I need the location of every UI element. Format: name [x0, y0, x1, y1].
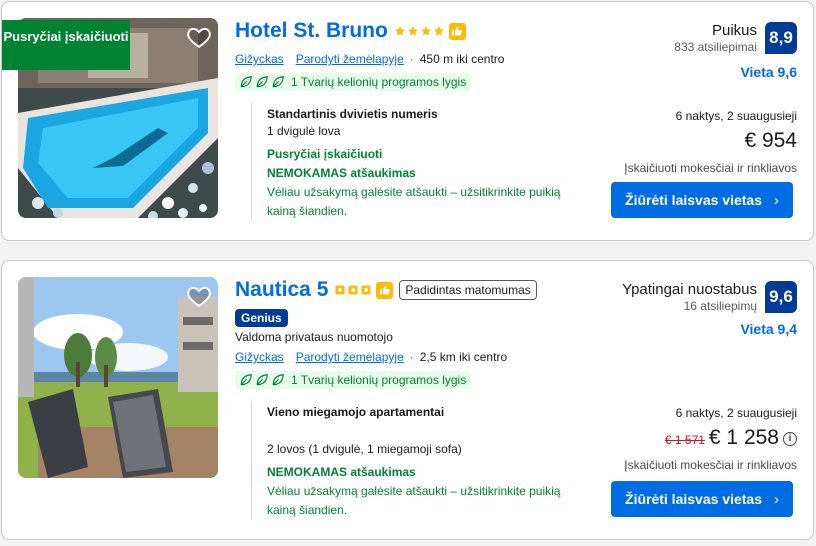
star-icon — [433, 26, 444, 36]
sustainability-label: 1 Tvarių kelionių programos lygis — [291, 75, 467, 89]
room-type: Standartinis dvivietis numeris — [267, 107, 438, 121]
free-cancellation: NEMOKAMAS atšaukimas — [267, 166, 416, 180]
room-details: Standartinis dvivietis numeris 1 dvigulė… — [251, 103, 585, 221]
breakfast-ribbon: Pusryčiai įskaičiuoti — [2, 20, 130, 70]
room-type: Vieno miegamojo apartamentai — [267, 405, 445, 419]
leaf-icon — [240, 76, 252, 88]
square-star-icon — [361, 285, 371, 295]
price-row: € 1 571 € 1 258 i — [624, 425, 797, 453]
leaf-icon — [256, 76, 268, 88]
star-rating — [394, 25, 445, 37]
show-on-map-link[interactable]: Parodyti žemėlapyje — [296, 52, 404, 66]
bed-info: 1 dvigulė lova — [267, 124, 341, 138]
separator-dot: · — [409, 52, 414, 66]
review-score-word[interactable]: Puikus — [674, 22, 757, 40]
favorite-heart-icon[interactable] — [186, 283, 212, 309]
chevron-right-icon: › — [773, 191, 779, 209]
taxes-note: Įskaičiuoti mokesčiai ir rinkliavos — [624, 458, 797, 472]
room-details: Vieno miegamojo apartamentai 2 lovos (1 … — [251, 401, 585, 520]
review-score-word[interactable]: Ypatingai nuostabus — [622, 281, 757, 299]
original-price: € 1 571 — [664, 433, 705, 447]
see-availability-label: Žiūrėti laisvas vietas — [625, 491, 762, 507]
location-score[interactable]: Vieta 9,4 — [740, 321, 797, 337]
property-card: Nautica 5 Padidintas matomumas Genius Va… — [1, 260, 814, 540]
distance-text: 2,5 km iki centro — [419, 350, 508, 364]
review-count: 16 atsiliepimų — [683, 299, 757, 313]
star-icon — [394, 26, 405, 36]
info-icon[interactable]: i — [783, 432, 797, 446]
cancellation-note: Vėliau užsakymą galėsite atšaukti – užsi… — [267, 185, 561, 218]
see-availability-label: Žiūrėti laisvas vietas — [625, 192, 762, 208]
location-score[interactable]: Vieta 9,6 — [740, 64, 797, 80]
property-name-link[interactable]: Hotel St. Bruno — [235, 19, 388, 43]
leaf-icon — [256, 374, 268, 386]
separator-dot: · — [409, 350, 414, 364]
review-score-badge[interactable]: 9,6 — [765, 281, 797, 313]
taxes-note: Įskaičiuoti mokesčiai ir rinkliavos — [624, 161, 797, 175]
see-availability-button[interactable]: Žiūrėti laisvas vietas › — [611, 182, 793, 218]
distance-text: 450 m iki centro — [419, 52, 505, 66]
square-rating — [334, 284, 372, 296]
sustainability-label: 1 Tvarių kelionių programos lygis — [291, 373, 467, 387]
promoted-badge[interactable]: Padidintas matomumas — [399, 280, 537, 300]
thumbs-up-icon[interactable] — [376, 281, 394, 299]
genius-badge[interactable]: Genius — [235, 309, 288, 327]
free-cancellation: NEMOKAMAS atšaukimas — [267, 465, 416, 479]
star-icon — [407, 26, 418, 36]
stay-summary: 6 naktys, 2 suaugusieji — [675, 406, 797, 420]
chevron-right-icon: › — [773, 490, 779, 508]
star-icon — [420, 26, 431, 36]
leaf-icon — [272, 374, 284, 386]
see-availability-button[interactable]: Žiūrėti laisvas vietas › — [611, 481, 793, 517]
price: € 954 — [744, 129, 797, 152]
host-type: Valdoma privataus nuomotojo — [235, 330, 393, 344]
leaf-icon — [240, 374, 252, 386]
bed-info: 2 lovos (1 dvigulė, 1 miegamoji sofa) — [267, 442, 462, 456]
property-card: Pusryčiai įskaičiuoti Hotel St. Bruno Gi… — [1, 1, 814, 241]
show-on-map-link[interactable]: Parodyti žemėlapyje — [296, 350, 404, 364]
property-photo[interactable] — [18, 277, 218, 478]
breakfast-included: Pusryčiai įskaičiuoti — [267, 147, 383, 161]
thumbs-up-icon[interactable] — [448, 22, 466, 40]
leaf-icon — [272, 76, 284, 88]
favorite-heart-icon[interactable] — [186, 24, 212, 50]
city-link[interactable]: Gižyckas — [235, 350, 284, 364]
review-score-badge[interactable]: 8,9 — [765, 22, 797, 54]
sustainability-badge[interactable]: 1 Tvarių kelionių programos lygis — [235, 73, 472, 91]
price: € 1 258 — [708, 426, 779, 449]
cancellation-note: Vėliau užsakymą galėsite atšaukti – užsi… — [267, 484, 561, 517]
stay-summary: 6 naktys, 2 suaugusieji — [675, 109, 797, 123]
property-name-link[interactable]: Nautica 5 — [235, 278, 328, 302]
square-star-icon — [335, 285, 345, 295]
square-star-icon — [348, 285, 358, 295]
sustainability-badge[interactable]: 1 Tvarių kelionių programos lygis — [235, 371, 472, 389]
city-link[interactable]: Gižyckas — [235, 52, 284, 66]
review-count: 833 atsiliepimai — [674, 40, 757, 54]
